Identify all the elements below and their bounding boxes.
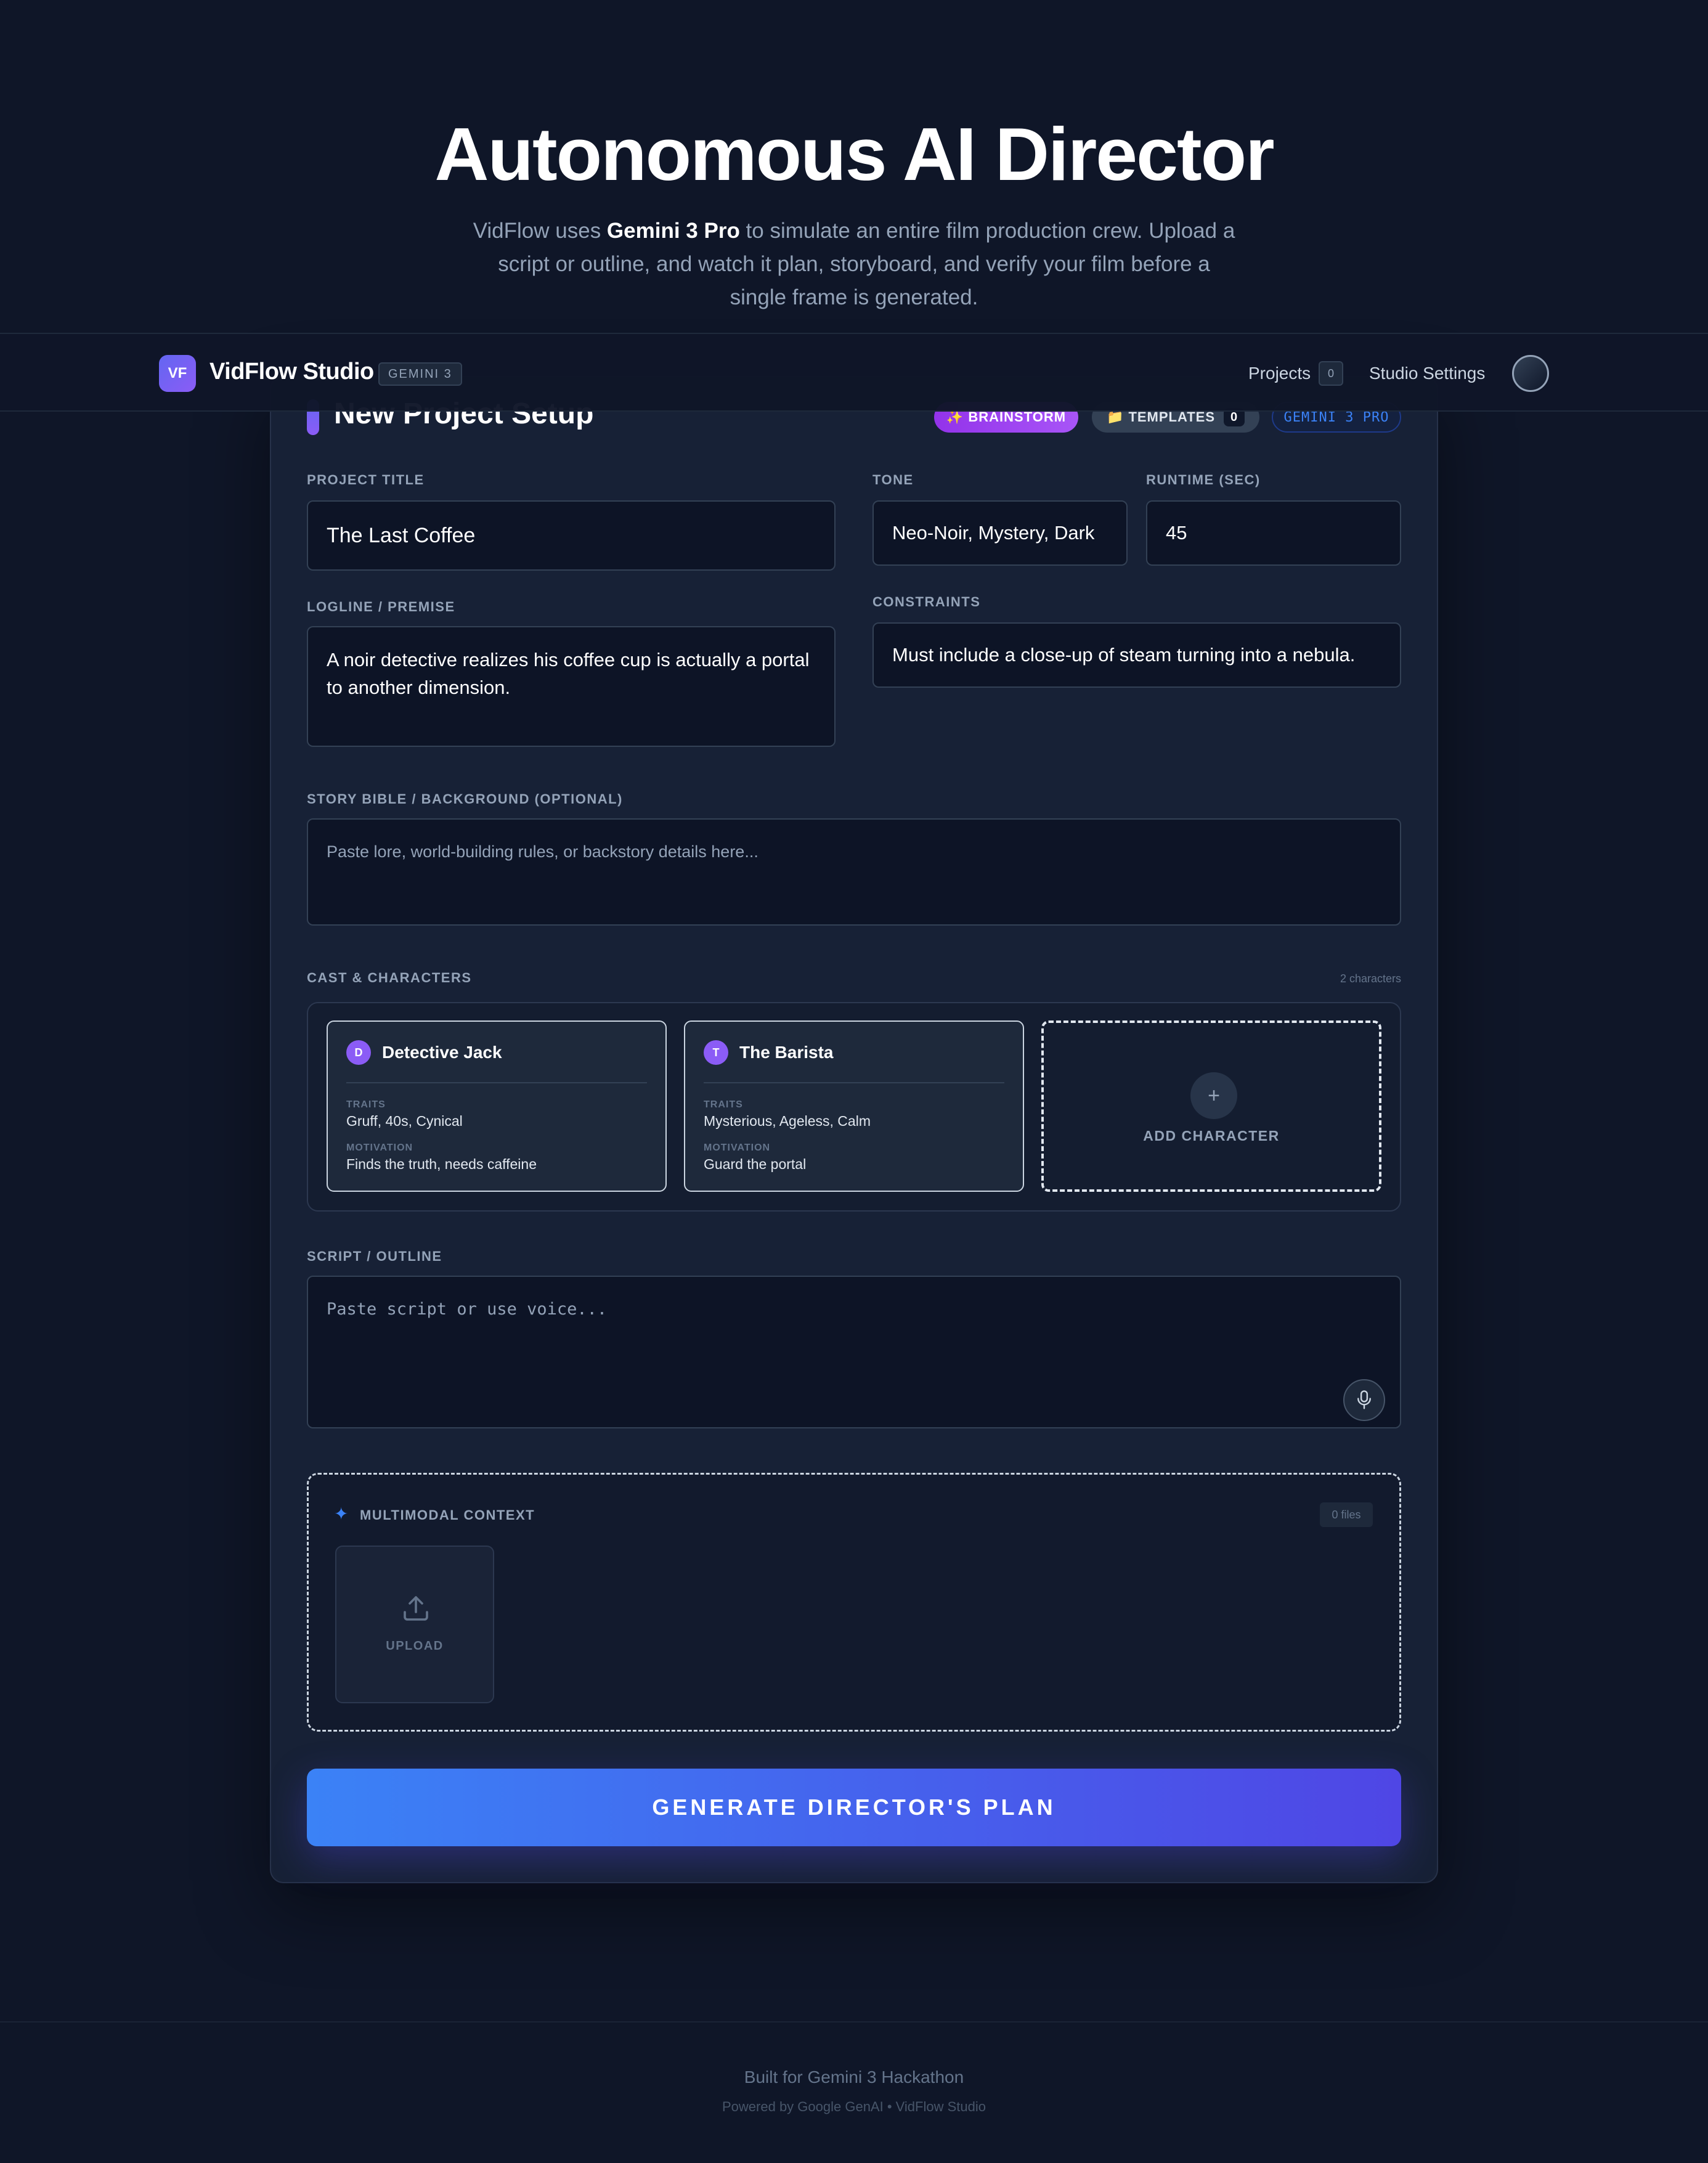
- nav-studio-settings-link[interactable]: Studio Settings: [1369, 364, 1485, 383]
- motivation-value: Guard the portal: [704, 1156, 807, 1172]
- plus-icon: +: [1190, 1072, 1237, 1119]
- project-title-label: PROJECT TITLE: [307, 472, 425, 487]
- microphone-icon: [1357, 1390, 1371, 1409]
- footer-powered-by: Powered by Google GenAI • VidFlow Studio: [722, 2099, 986, 2114]
- footer-credit: Built for Gemini 3 Hackathon: [744, 2067, 964, 2087]
- upload-icon: [404, 1596, 428, 1621]
- divider: [346, 1082, 647, 1083]
- logline-label: LOGLINE / PREMISE: [307, 599, 455, 614]
- traits-value: Mysterious, Ageless, Calm: [704, 1113, 871, 1129]
- motivation-label: MOTIVATION: [346, 1143, 413, 1153]
- runtime-label: RUNTIME (SEC): [1146, 472, 1261, 487]
- character-card[interactable]: T The Barista TRAITS Mysterious, Ageless…: [684, 1020, 1024, 1192]
- user-avatar[interactable]: [1512, 355, 1549, 392]
- traits-label: TRAITS: [346, 1099, 386, 1110]
- motivation-label: MOTIVATION: [704, 1143, 771, 1153]
- sparkle-icon: ✦: [334, 1504, 349, 1523]
- hero-title: Autonomous AI Director: [434, 112, 1274, 196]
- constraints-input[interactable]: Must include a close-up of steam turning…: [872, 622, 1401, 688]
- script-label: SCRIPT / OUTLINE: [307, 1249, 442, 1264]
- brand-badge: GEMINI 3: [378, 362, 462, 386]
- brand-name[interactable]: VidFlow Studio: [209, 359, 374, 385]
- story-bible-label: STORY BIBLE / BACKGROUND (OPTIONAL): [307, 791, 623, 807]
- add-character-button[interactable]: + ADD CHARACTER: [1041, 1020, 1381, 1192]
- traits-label: TRAITS: [704, 1099, 743, 1110]
- multimodal-label: MULTIMODAL CONTEXT: [360, 1507, 535, 1523]
- tone-input[interactable]: Neo-Noir, Mystery, Dark: [872, 500, 1128, 566]
- upload-button[interactable]: UPLOAD: [335, 1546, 494, 1703]
- character-card[interactable]: D Detective Jack TRAITS Gruff, 40s, Cyni…: [327, 1020, 667, 1192]
- traits-value: Gruff, 40s, Cynical: [346, 1113, 463, 1129]
- microphone-button[interactable]: [1343, 1379, 1385, 1421]
- files-count-badge: 0 files: [1320, 1502, 1373, 1527]
- divider: [704, 1082, 1004, 1083]
- character-name: The Barista: [739, 1043, 834, 1062]
- nav-projects-link[interactable]: Projects: [1248, 364, 1311, 383]
- add-character-label: ADD CHARACTER: [1143, 1128, 1280, 1144]
- cast-count: 2 characters: [1340, 972, 1401, 985]
- script-textarea[interactable]: Paste script or use voice...: [307, 1276, 1401, 1428]
- projects-count-badge: 0: [1319, 361, 1343, 386]
- runtime-input[interactable]: 45: [1146, 500, 1401, 566]
- project-title-input[interactable]: The Last Coffee: [307, 500, 836, 571]
- cast-label: CAST & CHARACTERS: [307, 970, 472, 985]
- motivation-value: Finds the truth, needs caffeine: [346, 1156, 537, 1172]
- logline-textarea[interactable]: A noir detective realizes his coffee cup…: [307, 626, 836, 747]
- upload-label: UPLOAD: [386, 1639, 444, 1653]
- hero-subtitle: VidFlow uses Gemini 3 Pro to simulate an…: [473, 219, 1235, 309]
- script-placeholder: Paste script or use voice...: [327, 1300, 608, 1319]
- story-bible-placeholder: Paste lore, world-building rules, or bac…: [327, 842, 758, 861]
- footer-divider: [0, 2021, 1708, 2022]
- character-avatar: T: [704, 1040, 728, 1065]
- top-nav: VF VidFlow Studio GEMINI 3 Projects 0 St…: [0, 333, 1708, 412]
- logo-icon[interactable]: VF: [159, 355, 196, 392]
- tone-label: TONE: [872, 472, 914, 487]
- character-name: Detective Jack: [382, 1043, 502, 1062]
- generate-plan-button[interactable]: GENERATE DIRECTOR'S PLAN: [307, 1769, 1401, 1846]
- constraints-label: CONSTRAINTS: [872, 594, 981, 609]
- character-avatar: D: [346, 1040, 371, 1065]
- story-bible-textarea[interactable]: Paste lore, world-building rules, or bac…: [307, 818, 1401, 926]
